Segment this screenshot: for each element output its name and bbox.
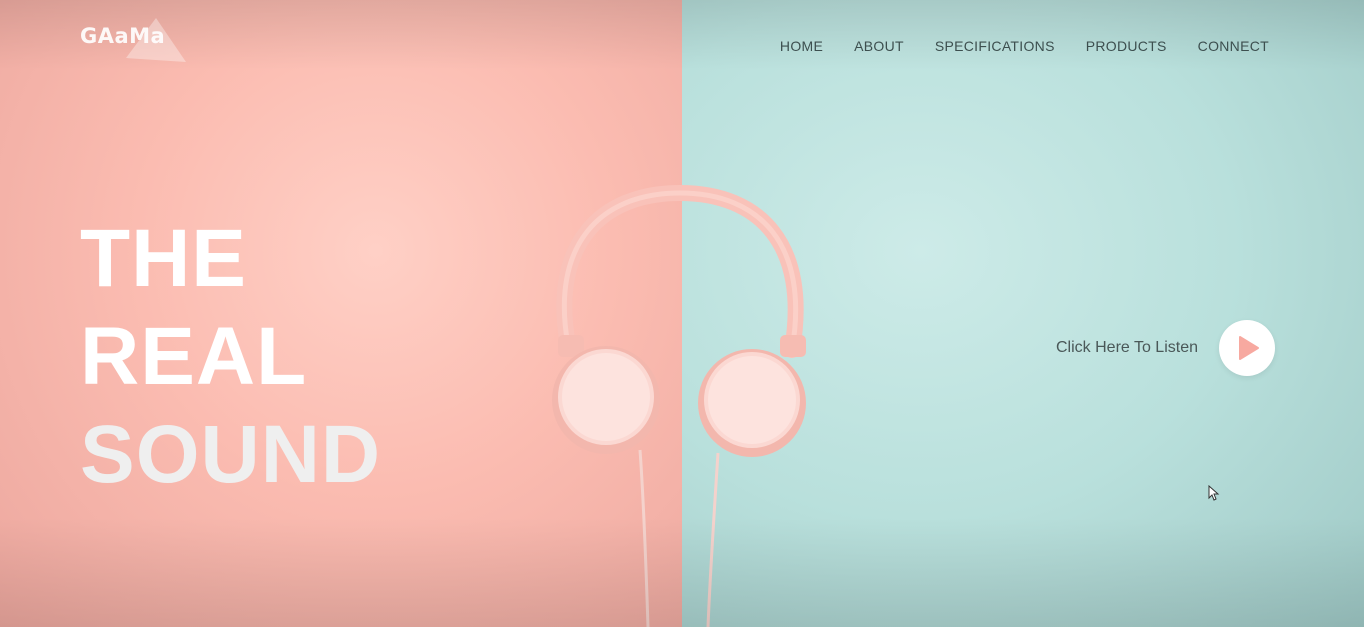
brand-logo[interactable]: GAaMa — [80, 18, 190, 66]
nav-item-home[interactable]: HOME — [780, 38, 823, 54]
logo-text: GAaMa — [80, 24, 166, 48]
hero-stage: GAaMa HOME ABOUT SPECIFICATIONS PRODUCTS… — [0, 0, 1364, 627]
mouse-cursor-icon — [1208, 485, 1220, 501]
play-icon — [1238, 336, 1259, 360]
nav-item-about[interactable]: ABOUT — [854, 38, 904, 54]
hero-line-1: THE — [80, 213, 247, 304]
top-navigation: HOME ABOUT SPECIFICATIONS PRODUCTS CONNE… — [780, 38, 1269, 54]
play-button[interactable] — [1218, 320, 1275, 376]
hero-line-2: REAL — [80, 311, 308, 402]
hero-headline: THE REAL SOUND — [80, 210, 381, 504]
nav-item-products[interactable]: PRODUCTS — [1086, 38, 1167, 54]
nav-item-connect[interactable]: CONNECT — [1198, 38, 1269, 54]
headphones-illustration — [552, 185, 806, 627]
listen-cta[interactable]: Click Here To Listen — [1056, 320, 1275, 376]
listen-label[interactable]: Click Here To Listen — [1056, 339, 1198, 357]
nav-item-specifications[interactable]: SPECIFICATIONS — [935, 38, 1055, 54]
hero-line-3: SOUND — [80, 409, 382, 500]
